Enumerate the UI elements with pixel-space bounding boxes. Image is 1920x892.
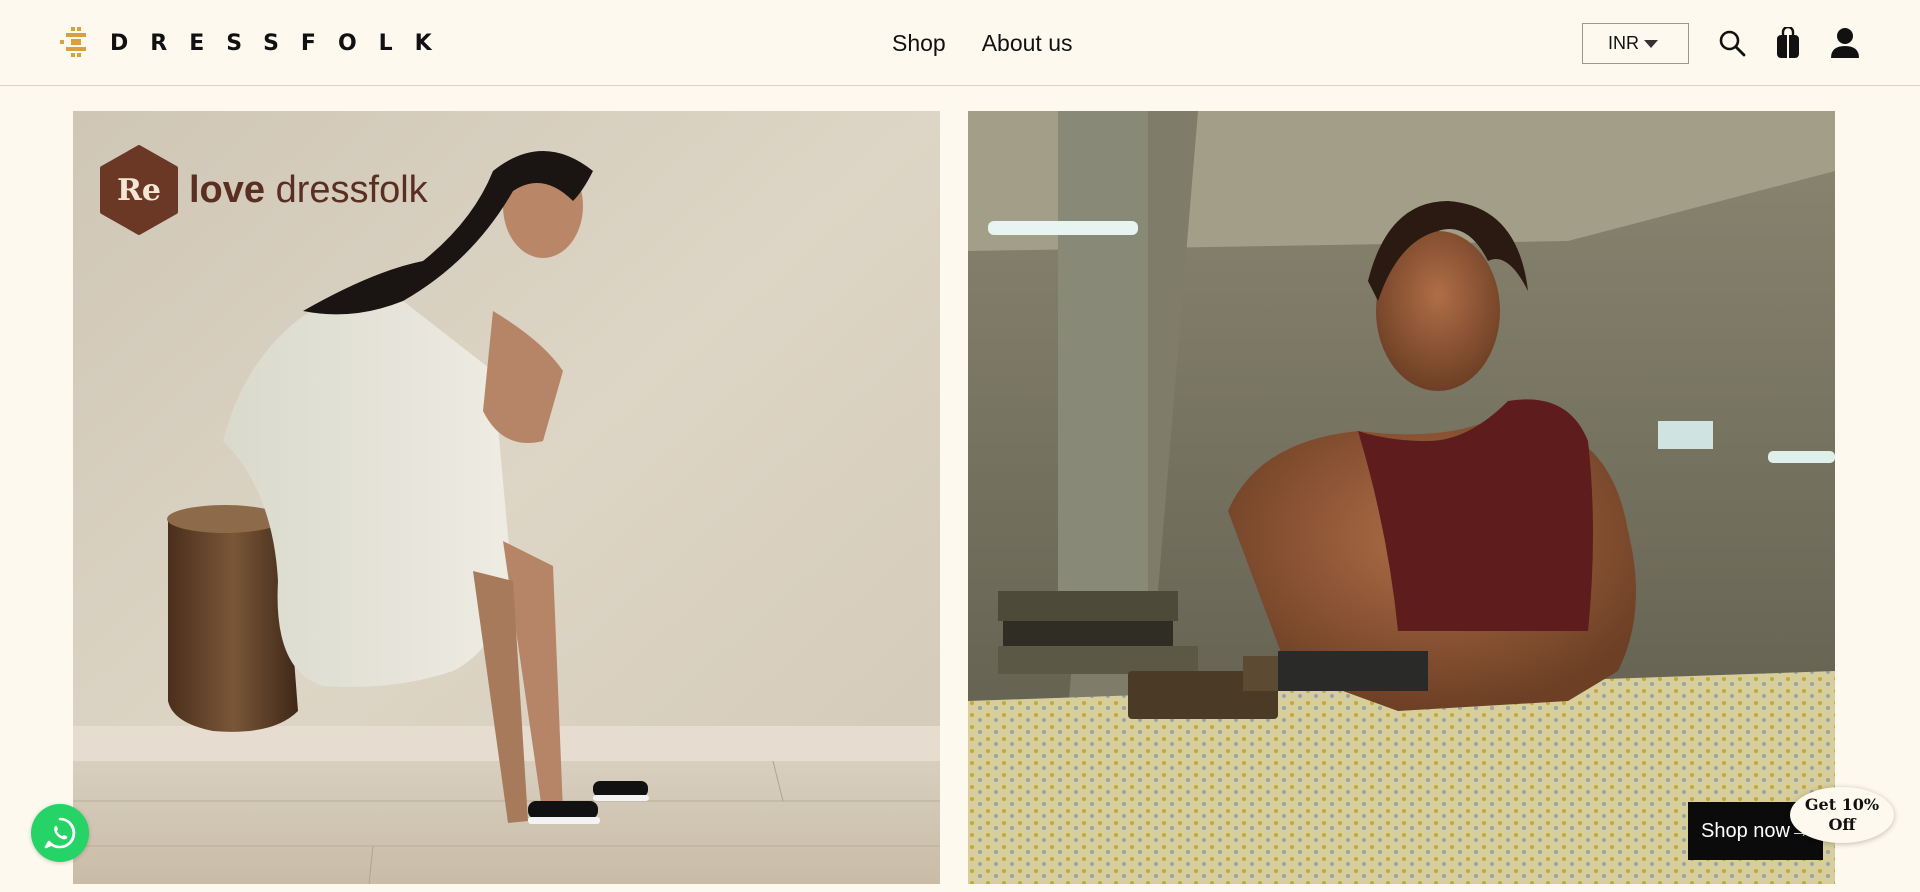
shopping-bag-icon[interactable] <box>1771 26 1805 60</box>
logo-mark-icon <box>60 27 86 57</box>
relove-hexagon-logo: Re <box>99 145 179 235</box>
chevron-down-icon <box>1644 40 1658 48</box>
discount-text: Get 10% Off <box>1805 795 1879 835</box>
relove-letters: Re <box>116 172 162 208</box>
brand-logo[interactable]: DRESSFOLK <box>60 22 454 64</box>
account-icon[interactable] <box>1828 26 1862 60</box>
relove-heading: love dressfolk <box>189 169 428 212</box>
nav-about-us[interactable]: About us <box>982 30 1073 57</box>
currency-value: INR <box>1608 33 1639 53</box>
search-icon[interactable] <box>1715 26 1749 60</box>
discount-line-2: Off <box>1828 815 1856 834</box>
relove-badge: Re love dressfolk <box>99 145 428 235</box>
currency-select[interactable]: INR <box>1582 23 1689 64</box>
discount-line-1: Get 10% <box>1804 795 1880 814</box>
relove-bold-word: love <box>189 168 266 211</box>
whatsapp-button[interactable] <box>31 804 89 862</box>
hero-panel-relove[interactable]: Re love dressfolk <box>73 111 940 884</box>
nav-shop[interactable]: Shop <box>892 30 946 57</box>
discount-popup-button[interactable]: Get 10% Off <box>1790 787 1894 843</box>
site-header: DRESSFOLK Shop About us INR <box>0 0 1920 86</box>
artisan-hero-image <box>968 111 1835 884</box>
main-nav: Shop About us <box>892 30 1073 57</box>
hero-panel-artisan[interactable]: Shop now→ <box>968 111 1835 884</box>
whatsapp-icon <box>44 817 76 849</box>
relove-brand-word: dressfolk <box>265 168 428 211</box>
brand-wordmark: DRESSFOLK <box>110 30 454 56</box>
